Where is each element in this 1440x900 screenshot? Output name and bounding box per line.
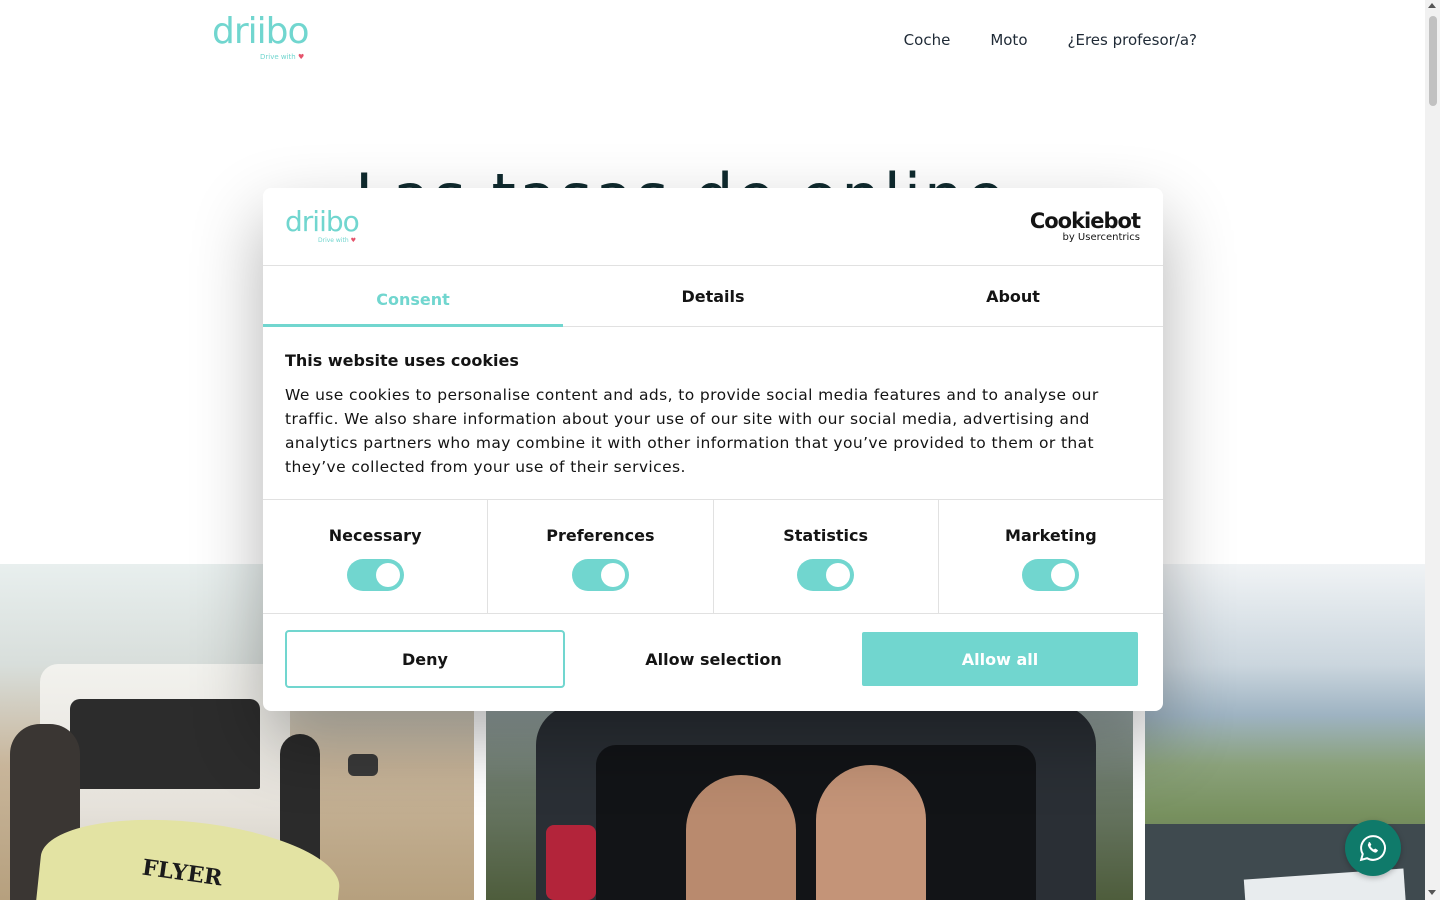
allow-selection-button[interactable]: Allow selection bbox=[565, 630, 862, 688]
logo-wordmark: driibo bbox=[285, 205, 360, 238]
page-scrollbar[interactable] bbox=[1425, 0, 1440, 900]
dialog-actions: Deny Allow selection Allow all bbox=[263, 614, 1163, 688]
heart-icon: ♥ bbox=[350, 237, 356, 244]
dialog-header: driibo Drive with ♥ Cookiebot by Usercen… bbox=[263, 188, 1163, 266]
preferences-toggle[interactable] bbox=[571, 559, 629, 591]
cookie-consent-dialog: driibo Drive with ♥ Cookiebot by Usercen… bbox=[263, 188, 1163, 711]
toggle-knob bbox=[826, 563, 851, 587]
dialog-tabs: Consent Details About bbox=[263, 266, 1163, 327]
statistics-toggle[interactable] bbox=[797, 559, 855, 591]
logo-tagline: Drive with ♥ bbox=[318, 237, 356, 244]
toggle-knob bbox=[600, 563, 625, 587]
consent-body: This website uses cookies We use cookies… bbox=[263, 327, 1163, 500]
consent-heading: This website uses cookies bbox=[285, 351, 519, 370]
necessary-toggle[interactable] bbox=[346, 559, 404, 591]
toggle-knob bbox=[1051, 563, 1076, 587]
category-label: Statistics bbox=[783, 526, 868, 545]
marketing-toggle[interactable] bbox=[1022, 559, 1080, 591]
cookiebot-byline: by Usercentrics bbox=[1062, 232, 1140, 243]
toggle-knob bbox=[375, 563, 400, 587]
scrollbar-thumb[interactable] bbox=[1429, 16, 1437, 106]
category-preferences: Preferences bbox=[488, 500, 714, 613]
scroll-up-arrow-icon[interactable] bbox=[1428, 3, 1436, 8]
category-statistics: Statistics bbox=[714, 500, 939, 613]
tab-about[interactable]: About bbox=[863, 266, 1163, 326]
category-label: Necessary bbox=[328, 526, 422, 545]
cookie-categories: Necessary Preferences Statistics Marketi… bbox=[263, 500, 1163, 614]
category-marketing: Marketing bbox=[939, 500, 1163, 613]
scroll-down-arrow-icon[interactable] bbox=[1428, 890, 1436, 895]
category-label: Preferences bbox=[546, 526, 655, 545]
consent-text: We use cookies to personalise content an… bbox=[285, 386, 1099, 476]
tab-consent[interactable]: Consent bbox=[263, 266, 563, 327]
category-label: Marketing bbox=[1005, 526, 1097, 545]
cookiebot-wordmark: Cookiebot bbox=[1029, 209, 1141, 233]
tab-details[interactable]: Details bbox=[563, 266, 863, 326]
cookiebot-logo[interactable]: Cookiebot by Usercentrics bbox=[1029, 209, 1141, 244]
allow-all-button[interactable]: Allow all bbox=[862, 632, 1138, 686]
category-necessary: Necessary bbox=[263, 500, 489, 613]
dialog-site-logo: driibo Drive with ♥ bbox=[285, 208, 365, 248]
deny-button[interactable]: Deny bbox=[285, 630, 565, 688]
